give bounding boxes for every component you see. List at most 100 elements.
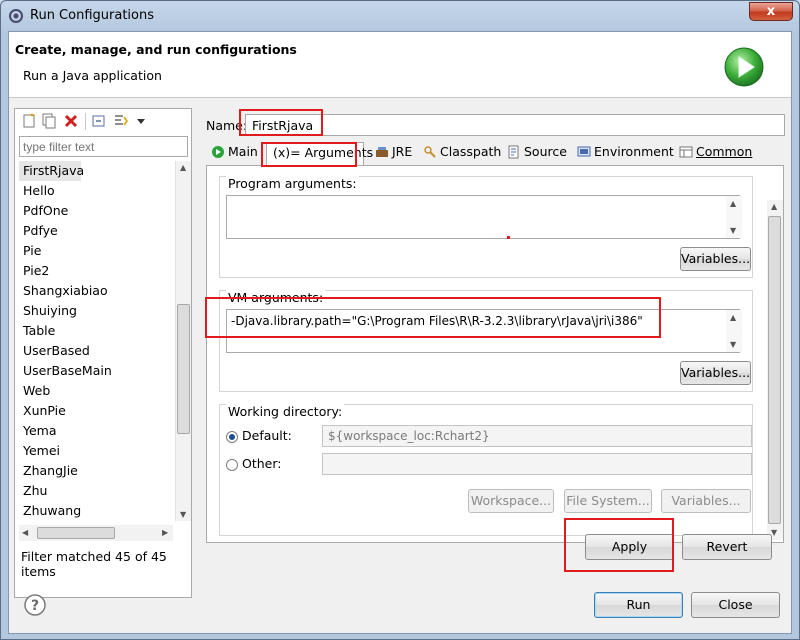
scroll-down-arrow-icon[interactable]: ▼ bbox=[180, 510, 186, 519]
common-icon bbox=[679, 146, 693, 158]
duplicate-configuration-icon[interactable] bbox=[41, 113, 57, 129]
list-item[interactable]: Yemei bbox=[19, 441, 173, 461]
filter-configurations-icon[interactable] bbox=[113, 113, 129, 129]
tab-label: (x)= Arguments bbox=[273, 145, 374, 160]
header-title: Create, manage, and run configurations bbox=[15, 42, 297, 57]
tab-content-scroll-thumb[interactable] bbox=[768, 216, 781, 524]
svg-text:?: ? bbox=[31, 598, 39, 614]
filter-input[interactable] bbox=[19, 136, 188, 157]
tab-label: Main bbox=[228, 144, 258, 159]
list-item[interactable]: Pie2 bbox=[19, 261, 173, 281]
name-field[interactable]: FirstRjava bbox=[245, 114, 785, 136]
tab-environment[interactable]: Environment bbox=[574, 142, 674, 164]
other-radio-label: Other: bbox=[242, 456, 282, 471]
environment-icon bbox=[577, 146, 591, 157]
workspace-button[interactable]: Workspace... bbox=[468, 489, 554, 513]
help-icon[interactable]: ? bbox=[24, 594, 46, 616]
vm-args-scrollbar[interactable]: ▲ ▼ bbox=[726, 310, 742, 352]
program-arguments-textarea[interactable] bbox=[226, 195, 740, 239]
list-item[interactable]: Hello bbox=[19, 181, 173, 201]
program-args-variables-button[interactable]: Variables... bbox=[680, 247, 751, 271]
tab-main[interactable]: Main bbox=[208, 142, 258, 164]
list-horizontal-scrollbar[interactable]: ◀ ▶ bbox=[19, 525, 173, 541]
tab-classpath[interactable]: Classpath bbox=[420, 142, 501, 164]
default-radio[interactable] bbox=[226, 431, 238, 443]
name-label: Name: bbox=[206, 118, 248, 133]
list-item[interactable]: Yema bbox=[19, 421, 173, 441]
annotation-dot bbox=[507, 236, 510, 239]
run-play-icon bbox=[724, 47, 764, 87]
revert-button[interactable]: Revert bbox=[682, 534, 772, 560]
file-system-button[interactable]: File System... bbox=[564, 489, 652, 513]
working-dir-variables-button[interactable]: Variables... bbox=[661, 489, 751, 513]
new-configuration-icon[interactable] bbox=[21, 113, 37, 129]
scroll-down-arrow-icon[interactable]: ▼ bbox=[730, 340, 736, 349]
run-configurations-window: Run Configurations x Create, manage, and… bbox=[0, 0, 800, 640]
vm-arguments-label: VM arguments: bbox=[226, 290, 326, 305]
apply-button[interactable]: Apply bbox=[585, 534, 674, 560]
delete-configuration-icon[interactable] bbox=[63, 113, 79, 129]
dialog-client-area: Create, manage, and run configurations R… bbox=[8, 31, 792, 634]
scroll-up-arrow-icon[interactable]: ▲ bbox=[730, 199, 736, 208]
working-directory-label: Working directory: bbox=[226, 404, 345, 419]
scroll-up-arrow-icon[interactable]: ▲ bbox=[771, 202, 777, 211]
scroll-up-arrow-icon[interactable]: ▲ bbox=[730, 313, 736, 322]
scroll-up-arrow-icon[interactable]: ▲ bbox=[180, 163, 186, 172]
header-subtitle: Run a Java application bbox=[23, 68, 162, 83]
list-item[interactable]: Web bbox=[19, 381, 173, 401]
source-icon bbox=[508, 145, 519, 159]
list-item[interactable]: Zhu bbox=[19, 481, 173, 501]
run-button[interactable]: Run bbox=[594, 592, 683, 618]
toolbar-dropdown-icon[interactable] bbox=[133, 113, 149, 129]
list-item[interactable]: Pie bbox=[19, 241, 173, 261]
vm-arguments-group: VM arguments: -Djava.library.path="G:\Pr… bbox=[219, 290, 753, 392]
list-vertical-scrollbar[interactable]: ▲ ▼ bbox=[175, 161, 191, 521]
list-item[interactable]: PdfOne bbox=[19, 201, 173, 221]
tab-arguments[interactable]: (x)= Arguments bbox=[266, 142, 373, 167]
vm-arguments-textarea[interactable]: -Djava.library.path="G:\Program Files\R\… bbox=[226, 309, 740, 353]
tab-label: JRE bbox=[392, 144, 413, 159]
tab-label: Common bbox=[696, 144, 753, 159]
list-item[interactable]: Table bbox=[19, 321, 173, 341]
other-radio[interactable] bbox=[226, 459, 238, 471]
list-item[interactable]: UserBaseMain bbox=[19, 361, 173, 381]
tab-content-scrollbar[interactable]: ▲ ▼ bbox=[767, 200, 783, 540]
program-arguments-group: Program arguments: ▲ ▼ Variables... bbox=[219, 176, 753, 278]
window-close-button[interactable]: x bbox=[749, 2, 793, 21]
tab-source[interactable]: Source bbox=[504, 142, 567, 164]
filter-status-text: Filter matched 45 of 45 items bbox=[21, 549, 167, 579]
scroll-right-arrow-icon[interactable]: ▶ bbox=[162, 528, 168, 537]
toolbar-separator bbox=[85, 113, 86, 130]
window-title: Run Configurations bbox=[30, 8, 154, 23]
tab-common[interactable]: Common bbox=[676, 142, 752, 164]
vm-args-variables-button[interactable]: Variables... bbox=[680, 361, 751, 385]
collapse-all-icon[interactable] bbox=[91, 113, 107, 129]
scroll-left-arrow-icon[interactable]: ◀ bbox=[22, 528, 28, 537]
program-args-scrollbar[interactable]: ▲ ▼ bbox=[726, 196, 742, 238]
tab-label: Environment bbox=[594, 144, 674, 159]
title-bar[interactable]: Run Configurations x bbox=[1, 1, 799, 31]
scroll-down-arrow-icon[interactable]: ▼ bbox=[730, 226, 736, 235]
list-hscroll-thumb[interactable] bbox=[37, 527, 115, 539]
program-arguments-label: Program arguments: bbox=[226, 176, 359, 191]
list-item[interactable]: Pdfye bbox=[19, 221, 173, 241]
list-item[interactable]: Shangxiabiao bbox=[19, 281, 173, 301]
default-radio-label: Default: bbox=[242, 428, 292, 443]
list-item[interactable]: UserBased bbox=[19, 341, 173, 361]
classpath-icon bbox=[424, 146, 436, 158]
arguments-tab-content: Program arguments: ▲ ▼ Variables... VM a… bbox=[206, 165, 784, 543]
tab-label: Source bbox=[524, 144, 567, 159]
list-item[interactable]: ZhangJie bbox=[19, 461, 173, 481]
list-scroll-thumb[interactable] bbox=[177, 304, 190, 434]
eclipse-gear-icon bbox=[9, 9, 23, 23]
configuration-tabs: Main (x)= Arguments JRE Classpath Source… bbox=[206, 142, 784, 167]
working-directory-group: Working directory: Default: ${workspace_… bbox=[219, 404, 753, 536]
other-directory-field[interactable] bbox=[322, 453, 752, 475]
list-item[interactable]: XunPie bbox=[19, 401, 173, 421]
close-button[interactable]: Close bbox=[691, 592, 780, 618]
tab-jre[interactable]: JRE bbox=[372, 142, 412, 164]
list-item[interactable]: FirstRjava bbox=[19, 161, 84, 181]
list-item[interactable]: Zhuwang bbox=[19, 501, 173, 521]
list-item[interactable]: Shuiying bbox=[19, 301, 173, 321]
default-directory-field: ${workspace_loc:Rchart2} bbox=[322, 425, 752, 447]
